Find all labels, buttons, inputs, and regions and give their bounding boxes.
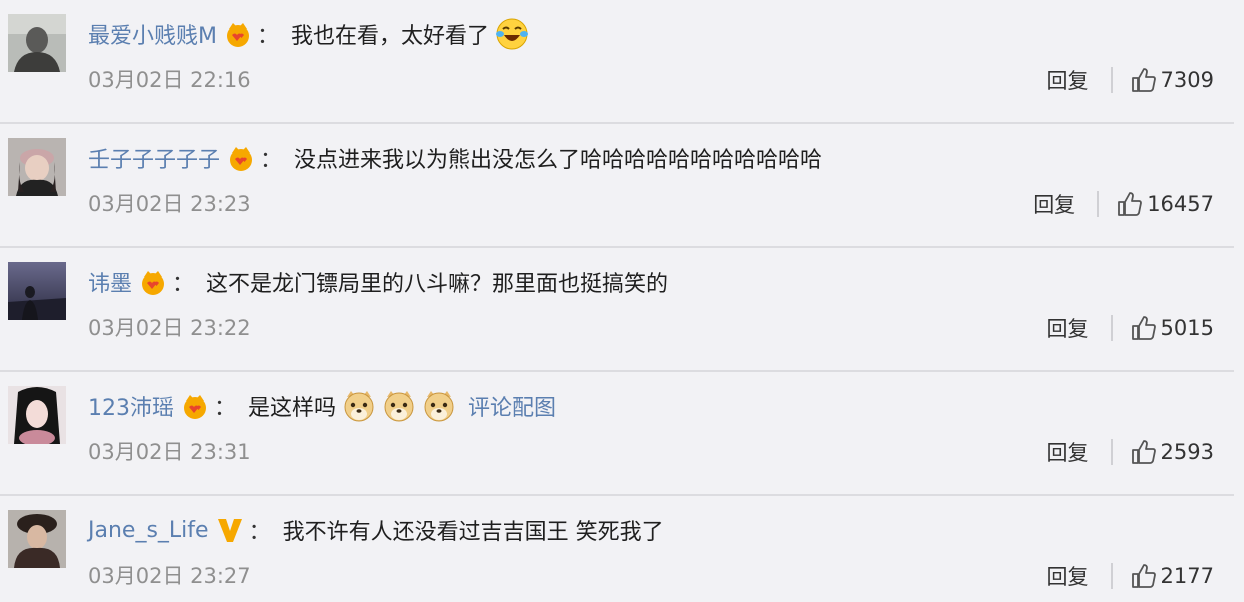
comment-actions: 回复 2177 [1047,560,1214,592]
reply-button[interactable]: 回复 [1047,561,1089,591]
divider [1110,563,1113,589]
like-count: 2593 [1160,440,1214,464]
crown-icon [180,391,210,421]
username[interactable]: 讳墨 [88,266,132,298]
like-count: 16457 [1147,192,1214,216]
crown-icon [138,267,168,297]
username[interactable]: 壬子子子子子 [88,142,220,174]
crown-icon [226,143,256,173]
timestamp: 03月02日 23:23 [88,192,251,216]
verified-v-icon [215,515,245,545]
divider [1110,439,1113,465]
doge-icon [382,389,416,423]
reply-button[interactable]: 回复 [1047,313,1089,343]
reply-button[interactable]: 回复 [1047,437,1089,467]
avatar[interactable] [8,138,66,196]
timestamp: 03月02日 23:22 [88,316,251,340]
comment-list: 最爱小贱贱M ： 我也在看，太好看了 03月02日 22:16 回复 7309 … [0,0,1244,602]
avatar[interactable] [8,14,66,72]
comment-image-link[interactable]: 评论配图 [468,390,556,422]
username[interactable]: Jane_s_Life [88,518,209,543]
comment-item: Jane_s_Life ： 我不许有人还没看过吉吉国王 笑死我了 03月02日 … [0,496,1244,602]
username[interactable]: 最爱小贱贱M [88,18,217,50]
thumbs-up-icon[interactable] [1117,191,1143,217]
colon: ： [172,272,195,297]
like-count: 2177 [1160,564,1214,588]
timestamp: 03月02日 23:31 [88,440,251,464]
comment-text: 我也在看，太好看了 [291,24,490,49]
comment-item: 最爱小贱贱M ： 我也在看，太好看了 03月02日 22:16 回复 7309 [0,0,1244,124]
colon: ： [256,24,279,49]
comment-text: 我不许有人还没看过吉吉国王 笑死我了 [282,520,664,545]
comment-line: Jane_s_Life ： 我不许有人还没看过吉吉国王 笑死我了 [88,512,664,548]
thumbs-up-icon[interactable] [1131,315,1157,341]
comment-actions: 回复 2593 [1047,436,1214,468]
comment-item: 123沛瑶 ： 是这样吗 评论配图 03月02日 23:31 回复 2593 [0,372,1244,496]
doge-icon [342,389,376,423]
comment-line: 讳墨 ： 这不是龙门镖局里的八斗嘛？那里面也挺搞笑的 [88,264,668,300]
colon: ： [260,148,283,173]
timestamp: 03月02日 22:16 [88,68,251,92]
comment-line: 123沛瑶 ： 是这样吗 评论配图 [88,388,556,424]
thumbs-up-icon[interactable] [1131,439,1157,465]
comment-line: 壬子子子子子 ： 没点进来我以为熊出没怎么了哈哈哈哈哈哈哈哈哈哈哈 [88,140,822,176]
thumbs-up-icon[interactable] [1131,67,1157,93]
crown-icon [223,19,253,49]
avatar[interactable] [8,262,66,320]
timestamp: 03月02日 23:27 [88,564,251,588]
thumbs-up-icon[interactable] [1131,563,1157,589]
reply-button[interactable]: 回复 [1047,65,1089,95]
comment-text: 这不是龙门镖局里的八斗嘛？那里面也挺搞笑的 [206,272,669,297]
avatar[interactable] [8,510,66,568]
comment-actions: 回复 16457 [1033,188,1214,220]
laughing-tears-icon [495,17,529,51]
comment-actions: 回复 7309 [1047,64,1214,96]
avatar[interactable] [8,386,66,444]
comment-text: 没点进来我以为熊出没怎么了哈哈哈哈哈哈哈哈哈哈哈 [294,148,823,173]
reply-button[interactable]: 回复 [1033,189,1075,219]
comment-item: 壬子子子子子 ： 没点进来我以为熊出没怎么了哈哈哈哈哈哈哈哈哈哈哈 03月02日… [0,124,1244,248]
colon: ： [248,520,271,545]
divider [1110,315,1113,341]
doge-icon [422,389,456,423]
comment-actions: 回复 5015 [1047,312,1214,344]
comment-item: 讳墨 ： 这不是龙门镖局里的八斗嘛？那里面也挺搞笑的 03月02日 23:22 … [0,248,1244,372]
comment-text: 是这样吗 [248,396,337,421]
divider [1110,67,1113,93]
like-count: 7309 [1160,68,1214,92]
like-count: 5015 [1160,316,1214,340]
divider [1097,191,1100,217]
colon: ： [214,396,237,421]
username[interactable]: 123沛瑶 [88,390,174,422]
comment-line: 最爱小贱贱M ： 我也在看，太好看了 [88,16,529,52]
